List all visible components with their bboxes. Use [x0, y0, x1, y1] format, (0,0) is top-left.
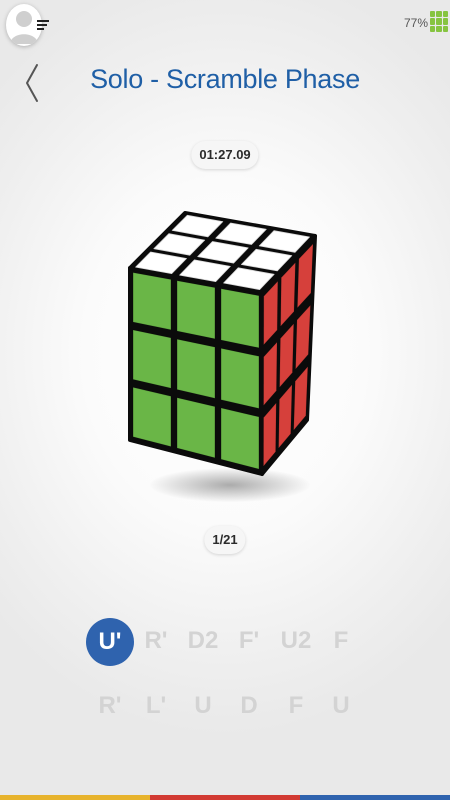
- battery-icon: [430, 11, 448, 32]
- cube-top-sticker-3: [258, 230, 310, 253]
- move-10: D: [240, 692, 258, 719]
- move-8: L': [145, 692, 167, 719]
- cube-top-sticker-8: [179, 259, 231, 283]
- moves-row-2: R' L' U D F U: [0, 683, 450, 743]
- move-6: F: [333, 627, 349, 654]
- cube-front-sticker-9: [220, 407, 260, 470]
- stripe-red: [150, 795, 300, 800]
- cube-front-sticker-8: [176, 397, 216, 459]
- cube-right-sticker-1: [263, 280, 279, 346]
- stripe-yellow: [0, 795, 150, 800]
- scramble-timer: 01:27.09: [191, 141, 259, 169]
- bottom-color-stripe: [0, 795, 450, 800]
- cube-top-sticker-5: [197, 241, 249, 264]
- moves-row-1: U' R' D2 F' U2 F: [0, 618, 450, 678]
- cube-top-sticker-6: [240, 248, 293, 272]
- cube-top-body: [128, 211, 317, 294]
- cube-right-sticker-3: [296, 243, 314, 309]
- cube-right-sticker-8: [278, 384, 293, 449]
- cube-top-sticker-4: [153, 233, 206, 256]
- cube-shadow: [150, 468, 310, 502]
- cube-front-sticker-6: [220, 347, 260, 409]
- move-progress: 1/21: [204, 526, 246, 554]
- cube-right-sticker-4: [263, 341, 278, 406]
- cube-front-sticker-2: [176, 280, 216, 340]
- cube-front-body: [128, 266, 264, 476]
- move-3: D2: [187, 627, 219, 654]
- cube-right-sticker-6: [295, 304, 311, 370]
- cube-front-sticker-4: [132, 329, 172, 389]
- cube-front-sticker-5: [176, 338, 216, 399]
- move-1: U': [86, 618, 134, 666]
- cube-top-sticker-1: [171, 214, 224, 238]
- move-12: U: [332, 692, 350, 719]
- move-11: F: [288, 692, 304, 719]
- cube-right-sticker-9: [293, 366, 309, 431]
- cube-front-sticker-1: [132, 272, 172, 331]
- cube-top-sticker-2: [215, 222, 267, 245]
- battery-percentage: 77%: [403, 16, 428, 30]
- stripe-blue: [300, 795, 450, 800]
- cube-front-sticker-7: [132, 386, 172, 447]
- move-4: F': [238, 627, 260, 654]
- cube-front-sticker-3: [220, 288, 260, 349]
- top-bar: 77%: [0, 0, 450, 50]
- cube-right-sticker-7: [263, 402, 277, 467]
- move-9: U: [194, 692, 212, 719]
- page-title: Solo - Scramble Phase: [90, 64, 360, 94]
- cube-top-sticker-9: [223, 267, 275, 291]
- move-7: R': [98, 692, 122, 719]
- cube-right-body: [260, 234, 317, 476]
- move-2: R': [144, 627, 168, 654]
- move-5: U2: [280, 627, 312, 654]
- cube-right-sticker-2: [280, 262, 296, 327]
- cube-top-sticker-7: [135, 251, 187, 275]
- menu-icon[interactable]: [37, 20, 49, 30]
- cube-right-sticker-5: [279, 323, 295, 388]
